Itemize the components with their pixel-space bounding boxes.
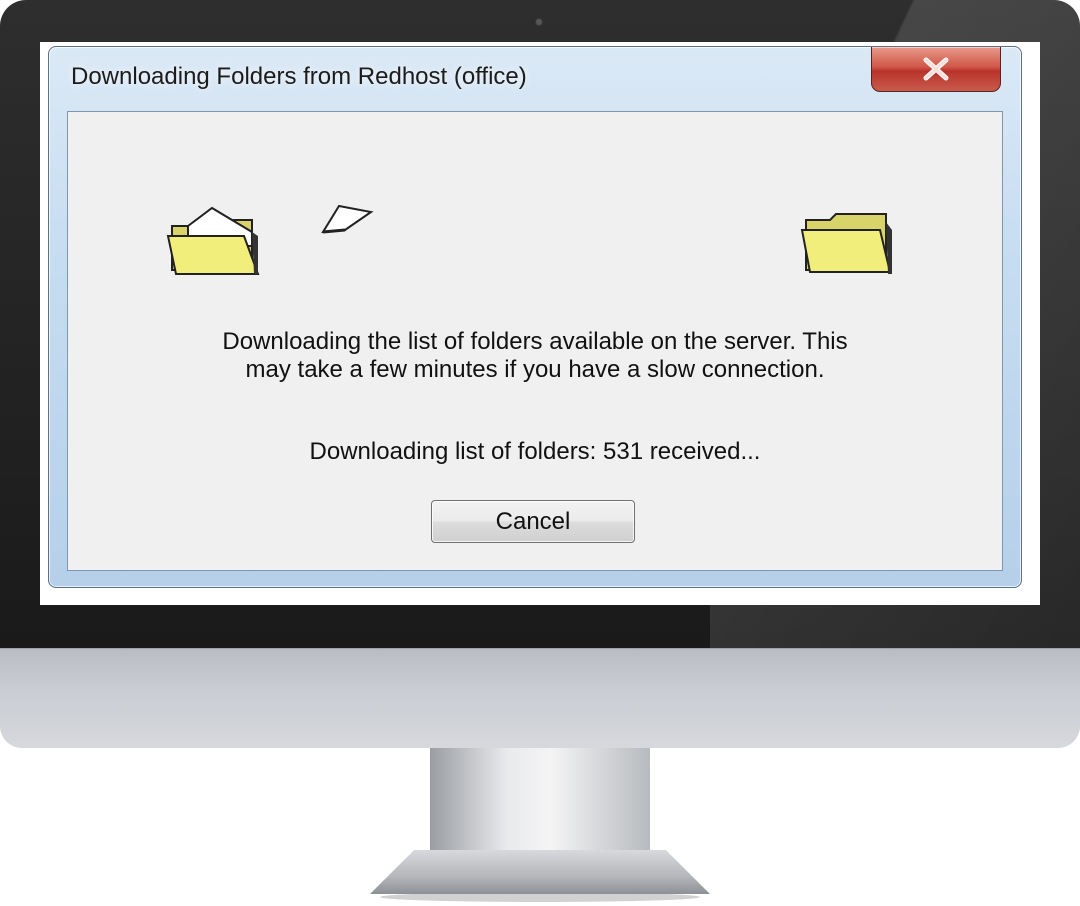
document-icon bbox=[319, 200, 375, 241]
close-button[interactable] bbox=[871, 47, 1001, 92]
close-icon bbox=[923, 57, 949, 81]
monitor-stand-neck bbox=[430, 748, 650, 858]
monitor-chin bbox=[0, 648, 1080, 748]
monitor-bezel: Downloading Folders from Redhost (office… bbox=[0, 0, 1080, 650]
dialog-content: Downloading the list of folders availabl… bbox=[67, 111, 1003, 571]
window-title: Downloading Folders from Redhost (office… bbox=[71, 63, 527, 90]
monitor: Downloading Folders from Redhost (office… bbox=[0, 0, 1080, 906]
download-dialog: Downloading Folders from Redhost (office… bbox=[48, 46, 1022, 588]
info-message-line-2: may take a few minutes if you have a slo… bbox=[245, 356, 825, 383]
folder-icon bbox=[800, 212, 896, 281]
monitor-stand-base bbox=[370, 850, 710, 894]
camera-icon bbox=[536, 19, 542, 25]
monitor-screen: Downloading Folders from Redhost (office… bbox=[40, 42, 1040, 605]
download-status: Downloading list of folders: 531 receive… bbox=[309, 438, 761, 465]
cancel-button[interactable]: Cancel bbox=[431, 500, 635, 543]
info-message: Downloading the list of folders availabl… bbox=[68, 328, 1002, 384]
info-message-line-1: Downloading the list of folders availabl… bbox=[222, 328, 848, 355]
title-bar[interactable]: Downloading Folders from Redhost (office… bbox=[49, 47, 1021, 109]
open-folder-icon bbox=[166, 206, 262, 281]
